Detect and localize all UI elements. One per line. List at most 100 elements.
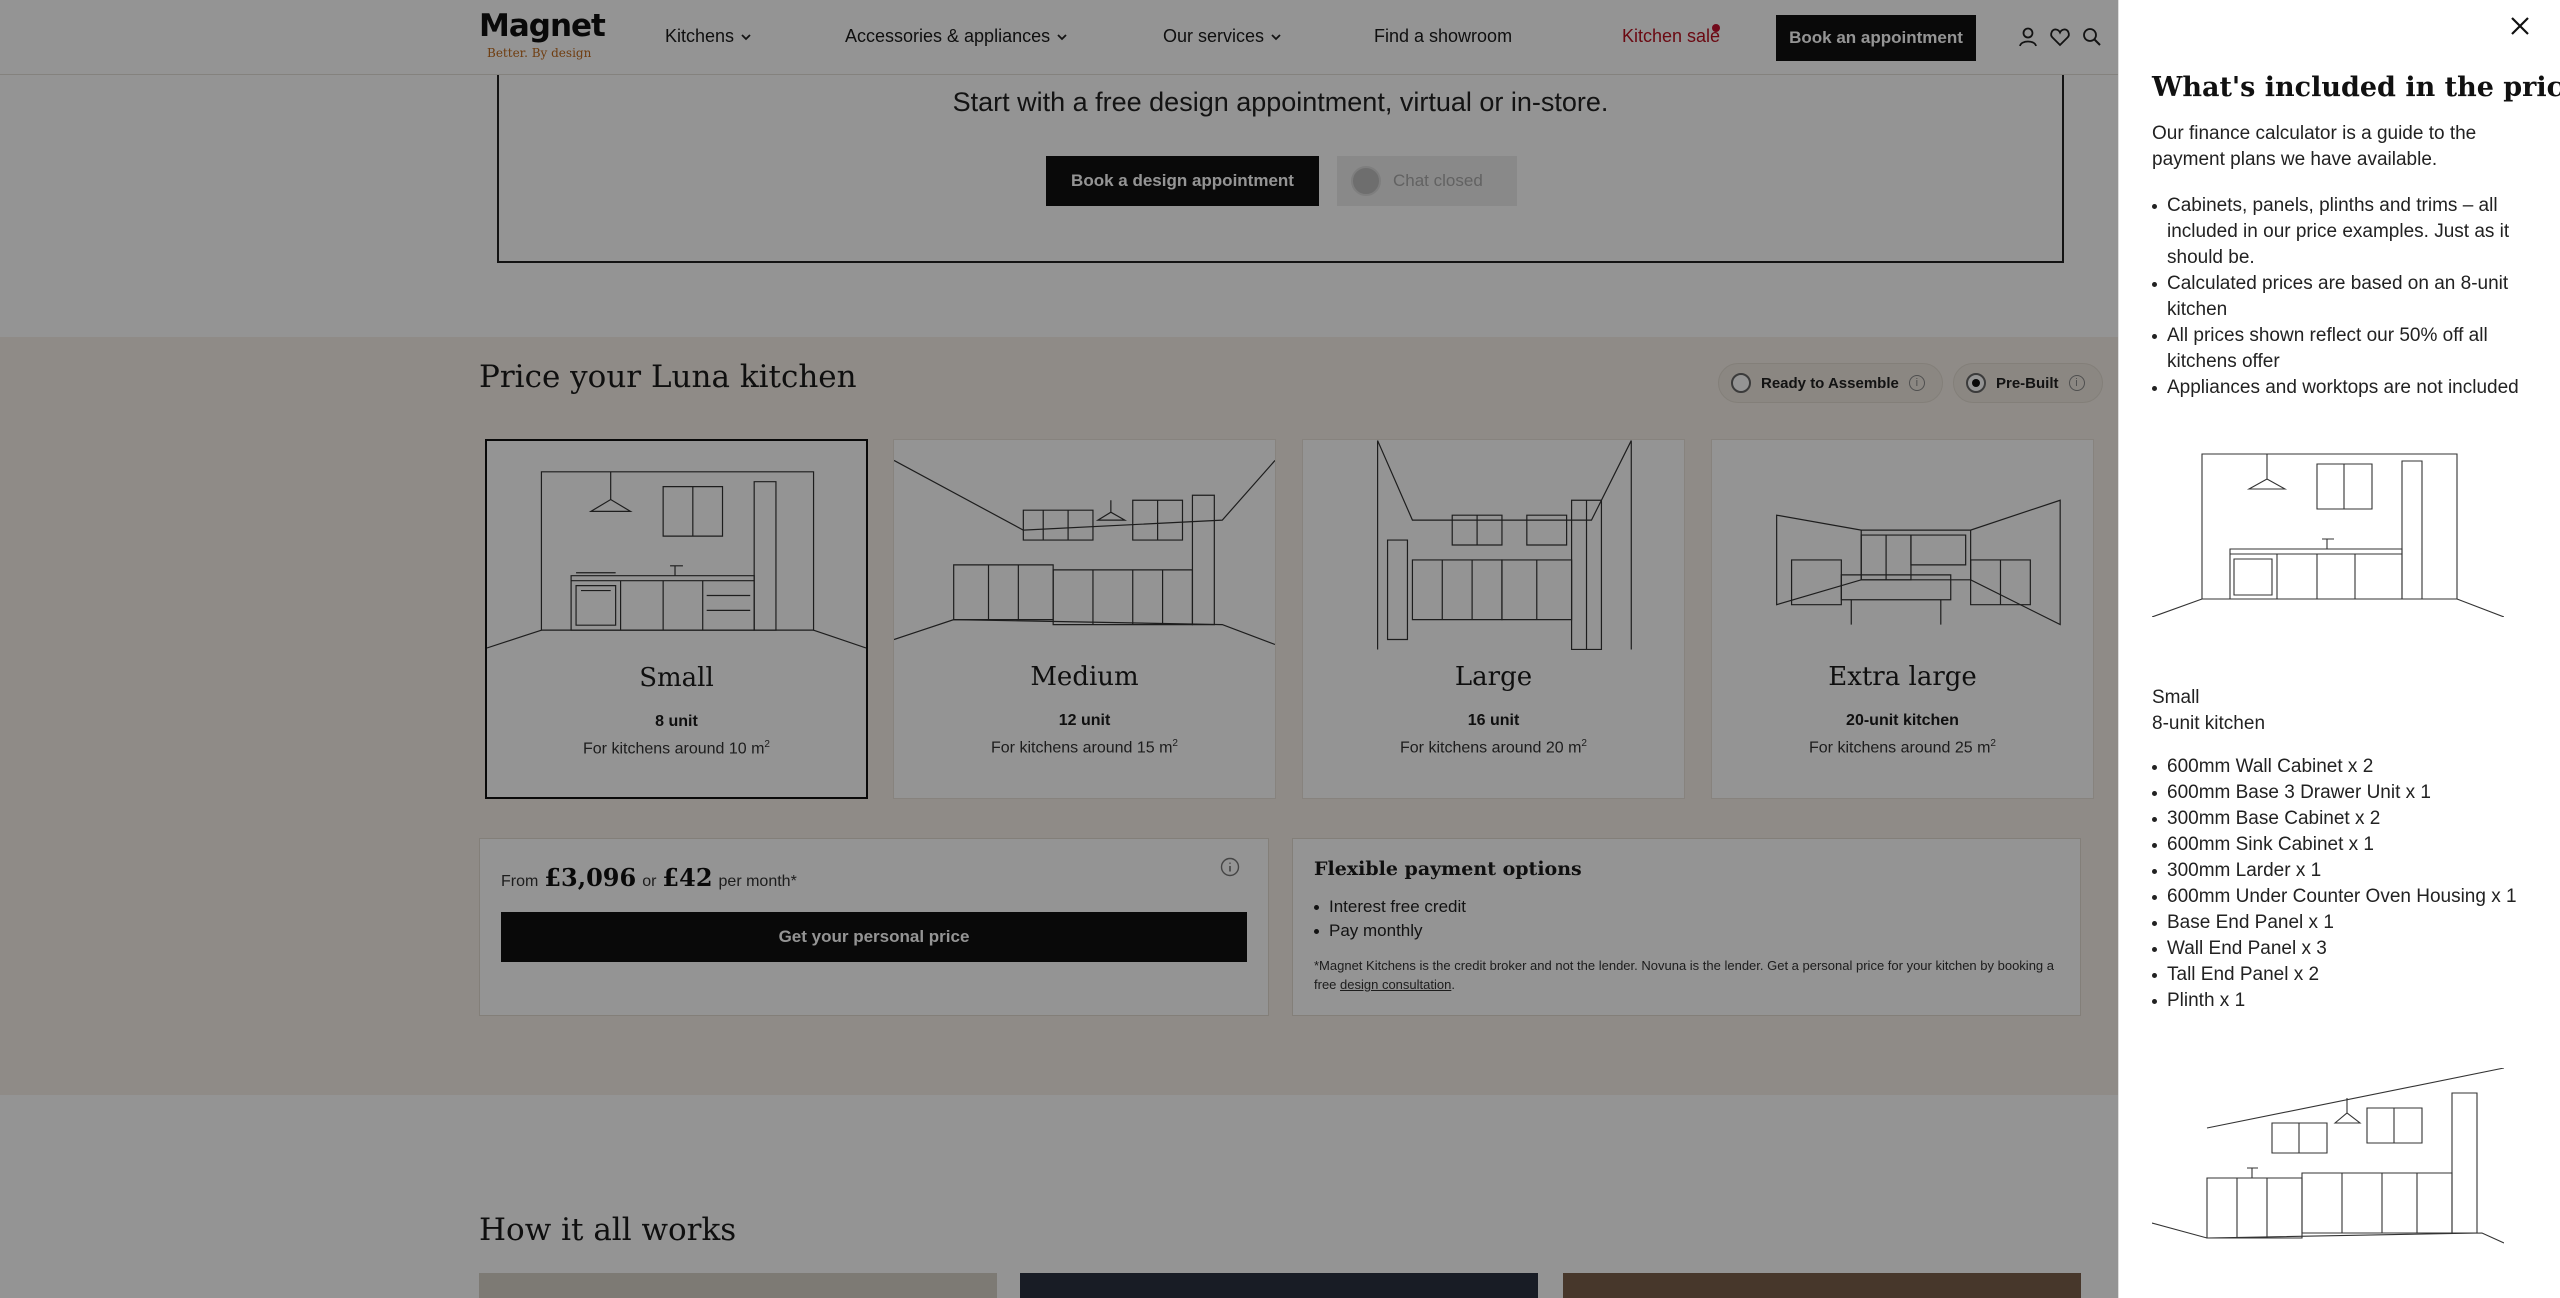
how-it-works-title: How it all works — [479, 1212, 737, 1248]
chat-button[interactable]: Chat closed — [1337, 156, 1517, 206]
nav-services-label: Our services — [1163, 26, 1265, 46]
drawer-intro: Our finance calculator is a guide to the… — [2152, 123, 2477, 170]
logo-tagline: Better. By design — [487, 46, 592, 60]
nav-our-services[interactable]: Our services — [1163, 26, 1282, 47]
logo-wordmark: Magnet — [479, 8, 606, 44]
monthly-price: £42 — [662, 863, 713, 892]
close-icon[interactable] — [2508, 14, 2532, 38]
list-item: 600mm Base 3 Drawer Unit x 1 — [2152, 780, 2560, 806]
list-item: Wall End Panel x 3 — [2152, 936, 2560, 962]
radio-pre-built[interactable] — [1966, 373, 1986, 393]
get-personal-price-button[interactable]: Get your personal price — [501, 912, 1247, 962]
nav-kitchens-label: Kitchens — [665, 26, 735, 46]
or-label: or — [642, 873, 657, 890]
size-title: Extra large — [1828, 662, 1977, 692]
chat-label: Chat closed — [1393, 171, 1483, 190]
size-units: 8 unit — [655, 713, 698, 730]
size-area: For kitchens around 25 m2 — [1809, 738, 1996, 757]
size-title: Small — [639, 663, 714, 693]
list-item: 600mm Sink Cabinet x 1 — [2152, 832, 2560, 858]
size-area: For kitchens around 15 m2 — [991, 738, 1178, 757]
nav-sale-label: Kitchen sale — [1622, 26, 1721, 46]
price-section: Price your Luna kitchen Ready to Assembl… — [0, 337, 2118, 1095]
size-card-small[interactable]: Small 8 unit For kitchens around 10 m2 — [485, 439, 868, 799]
list-item: All prices shown reflect our 50% off all… — [2152, 323, 2552, 375]
price-summary-box: From £3,096 or £42 per month* Get your p… — [479, 838, 1269, 1016]
list-item: 300mm Larder x 1 — [2152, 858, 2560, 884]
from-price: £3,096 — [544, 863, 637, 892]
size-title: Medium — [1030, 662, 1139, 692]
cta-text: Start with a free design appointment, vi… — [952, 87, 1609, 117]
how-it-works-image — [1563, 1273, 2081, 1298]
size-units: 20-unit kitchen — [1846, 712, 1959, 729]
chevron-down-icon — [1271, 33, 1281, 40]
pre-built-option[interactable]: Pre-Built i — [1953, 363, 2103, 403]
book-design-appointment-button[interactable]: Book a design appointment — [1046, 156, 1319, 206]
design-appointment-box: Start with a free design appointment, vi… — [497, 60, 2064, 263]
price-info-drawer: What's included in the price? Our financ… — [2118, 0, 2560, 1298]
medium-kitchen-illustration — [894, 459, 1275, 646]
flexible-payment-box: Flexible payment options Interest free c… — [1292, 838, 2081, 1016]
list-item: Interest free credit — [1314, 895, 1466, 919]
search-icon[interactable] — [2081, 26, 2103, 48]
ready-to-assemble-label: Ready to Assemble — [1761, 374, 1899, 392]
info-icon[interactable] — [1220, 857, 1240, 877]
list-item: 600mm Wall Cabinet x 2 — [2152, 754, 2560, 780]
small-kitchen-illustration — [2152, 453, 2504, 617]
size-card-extra-large[interactable]: Extra large 20-unit kitchen For kitchens… — [1711, 439, 2094, 799]
unit-list: 600mm Wall Cabinet x 2 600mm Base 3 Draw… — [2152, 754, 2560, 1014]
drawer-size-units: 8-unit kitchen — [2152, 713, 2266, 734]
design-consultation-link[interactable]: design consultation — [1340, 977, 1451, 992]
price-section-title: Price your Luna kitchen — [479, 359, 857, 395]
size-units: 12 unit — [1058, 712, 1111, 729]
sale-dot — [1712, 24, 1720, 32]
heart-icon[interactable] — [2049, 26, 2071, 48]
small-kitchen-illustration — [487, 471, 866, 649]
size-units: 16 unit — [1467, 712, 1520, 729]
book-appointment-button[interactable]: Book an appointment — [1776, 15, 1976, 61]
nav-kitchen-sale[interactable]: Kitchen sale — [1622, 26, 1720, 47]
nav-showroom-label: Find a showroom — [1374, 26, 1513, 46]
chevron-down-icon — [741, 33, 751, 40]
site-header: Magnet Better. By design Kitchens Access… — [0, 0, 2118, 75]
chevron-down-icon — [1057, 33, 1067, 40]
size-area: For kitchens around 10 m2 — [583, 739, 770, 758]
size-card-medium[interactable]: Medium 12 unit For kitchens around 15 m2 — [893, 439, 1276, 799]
list-item: Base End Panel x 1 — [2152, 910, 2560, 936]
included-list: Cabinets, panels, plinths and trims – al… — [2152, 193, 2552, 401]
large-kitchen-illustration — [1377, 440, 1632, 651]
how-it-works-image — [1020, 1273, 1538, 1298]
pre-built-label: Pre-Built — [1996, 374, 2059, 392]
from-label: From — [501, 873, 539, 890]
nav-kitchens[interactable]: Kitchens — [665, 26, 752, 47]
chat-avatar — [1351, 166, 1381, 196]
info-icon[interactable]: i — [1908, 375, 1925, 391]
account-icon[interactable] — [2017, 26, 2039, 48]
list-item: 600mm Under Counter Oven Housing x 1 — [2152, 884, 2560, 910]
size-card-large[interactable]: Large 16 unit For kitchens around 20 m2 — [1302, 439, 1685, 799]
flexible-payment-title: Flexible payment options — [1314, 858, 1582, 880]
list-item: Appliances and worktops are not included — [2152, 375, 2552, 401]
info-icon[interactable]: i — [2068, 375, 2085, 391]
list-item: Calculated prices are based on an 8-unit… — [2152, 271, 2552, 323]
radio-ready-to-assemble[interactable] — [1731, 373, 1751, 393]
size-area: For kitchens around 20 m2 — [1400, 738, 1587, 757]
price-line: From £3,096 or £42 per month* — [501, 863, 797, 892]
list-item: Pay monthly — [1314, 919, 1466, 943]
list-item: Plinth x 1 — [2152, 988, 2560, 1014]
flexible-payment-list: Interest free credit Pay monthly — [1314, 895, 1466, 943]
magnet-logo[interactable]: Magnet Better. By design — [479, 8, 606, 61]
drawer-size: Small 8-unit kitchen — [2152, 685, 2265, 737]
kitchen-floorplan-illustration — [2152, 1068, 2504, 1244]
drawer-size-name: Small — [2152, 687, 2200, 708]
drawer-title: What's included in the price? — [2152, 72, 2560, 103]
nav-accessories-label: Accessories & appliances — [845, 26, 1051, 46]
extra-large-kitchen-illustration — [1776, 499, 2061, 626]
credit-broker-note: *Magnet Kitchens is the credit broker an… — [1314, 958, 2054, 992]
list-item: Cabinets, panels, plinths and trims – al… — [2152, 193, 2552, 271]
list-item: Tall End Panel x 2 — [2152, 962, 2560, 988]
list-item: 300mm Base Cabinet x 2 — [2152, 806, 2560, 832]
nav-accessories[interactable]: Accessories & appliances — [845, 26, 1068, 47]
nav-find-showroom[interactable]: Find a showroom — [1374, 26, 1512, 47]
ready-to-assemble-option[interactable]: Ready to Assemble i — [1718, 363, 1943, 403]
